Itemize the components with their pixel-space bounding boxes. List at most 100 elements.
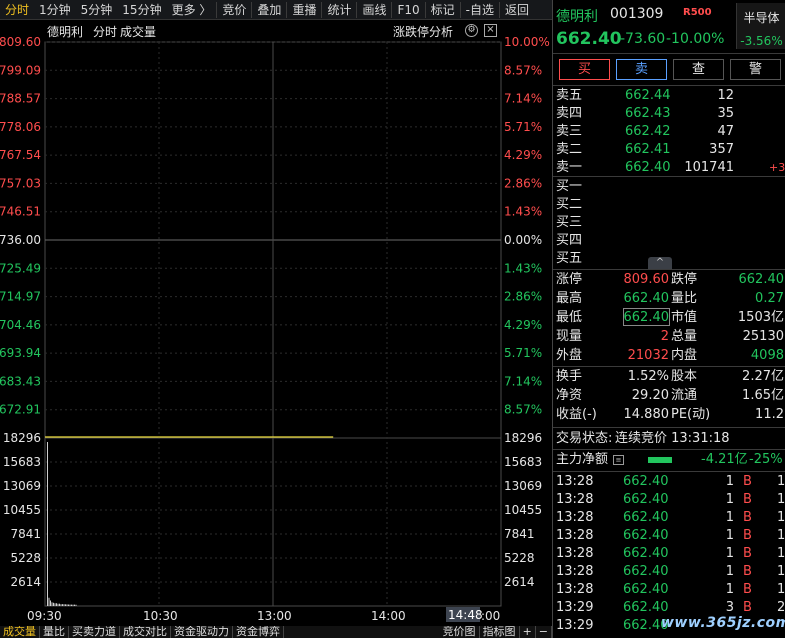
chart-header: 德明利 分时 成交量 涨跌停分析 ⚙ × (0, 20, 552, 42)
pct-tick-label: 4.29% (504, 148, 542, 162)
price-change-pct: -10.00% (666, 31, 725, 47)
ask-row[interactable]: 卖四 662.43 35 (553, 105, 785, 123)
chart-toolbar: 分时 1分钟 5分钟 15分钟 更多 〉竞价 叠加 重播 统计 画线 F10 标记 -自选 返回 (0, 0, 552, 20)
indicator-tab-6[interactable]: 竞价图 (440, 626, 480, 638)
time-label-end: :00 (481, 609, 500, 623)
price-tick-label: 672.91 (0, 403, 41, 417)
index-badge: R500 (683, 7, 712, 18)
toolbar-item-6[interactable]: 叠加 (252, 0, 286, 20)
stat-value: 21032 (627, 348, 669, 363)
ask-row[interactable]: 卖五 662.44 12 (553, 87, 785, 105)
toolbar-item-12[interactable]: -自选 (461, 0, 499, 20)
indicator-tab-3[interactable]: 成交对比 (120, 626, 171, 638)
stat-row: 外盘 21032 内盘 4098 (553, 347, 785, 365)
tick-row[interactable]: 13:28 662.40 1 B 1 (553, 473, 785, 491)
tick-price: 662.40 (623, 528, 669, 543)
indicator-tab-0[interactable]: 成交量 (0, 626, 40, 638)
toolbar-item-8[interactable]: 统计 (322, 0, 356, 20)
query-button[interactable]: 查 (673, 59, 724, 80)
alert-button[interactable]: 警 (730, 59, 781, 80)
price-change: -73.60 (620, 31, 666, 47)
toolbar-item-7[interactable]: 重播 (287, 0, 321, 20)
pct-tick-label: 1.43% (504, 205, 542, 219)
toolbar-item-3[interactable]: 15分钟 (117, 0, 166, 20)
stat-label: 涨停 (556, 272, 583, 287)
volume-tick-label-right: 13069 (504, 479, 542, 493)
volume-tick-label: 7841 (10, 527, 41, 541)
stat-value: 0.27 (755, 291, 784, 306)
tick-volume: 1 (725, 564, 734, 579)
volume-tick-label-right: 7841 (504, 527, 535, 541)
tick-row[interactable]: 13:28 662.40 1 B 1 (553, 581, 785, 599)
ask-row[interactable]: 卖一 662.40 101741 +3 (553, 159, 785, 177)
main-flow-row[interactable]: 主力净额 ≡ -4.21亿 -25% (553, 451, 785, 469)
close-icon[interactable]: × (484, 24, 497, 37)
tick-row[interactable]: 13:28 662.40 1 B 1 (553, 545, 785, 563)
limit-analysis-link[interactable]: 涨跌停分析 (393, 23, 453, 40)
price-tick-label: 683.43 (0, 374, 41, 388)
toolbar-item-5[interactable]: 竞价 (217, 0, 251, 20)
volume-bar (63, 604, 65, 606)
indicator-tab-7[interactable]: 指标图 (480, 626, 520, 638)
ask-label: 卖四 (556, 106, 583, 121)
quote-panel: 德明利 001309 R500 半导体 -3.56% 662.40 -73.60… (552, 0, 785, 638)
stat-value: 662.40 (738, 272, 785, 287)
sell-button[interactable]: 卖 (616, 59, 667, 80)
toolbar-item-13[interactable]: 返回 (500, 0, 534, 20)
ask-row[interactable]: 卖二 662.41 357 (553, 141, 785, 159)
indicator-tab-8[interactable]: + (520, 626, 536, 638)
stat-label: 量比 (671, 291, 698, 306)
volume-tick-label-right: 15683 (504, 455, 542, 469)
time-label: 09:30 (27, 609, 62, 623)
volume-bar (68, 604, 69, 606)
indicator-tab-4[interactable]: 资金驱动力 (171, 626, 233, 638)
settings-gear-icon[interactable]: ⚙ (465, 24, 478, 37)
bid-row[interactable]: 买一 (553, 178, 785, 196)
sector-box[interactable]: 半导体 -3.56% (736, 3, 785, 49)
toolbar-item-2[interactable]: 5分钟 (76, 0, 118, 20)
sector-change: -3.56% (740, 34, 783, 48)
toolbar-item-11[interactable]: 标记 (426, 0, 460, 20)
toolbar-item-10[interactable]: F10 (392, 0, 424, 20)
tick-volume: 1 (725, 546, 734, 561)
price-tick-label: 767.54 (0, 148, 41, 162)
volume-tick-label: 18296 (3, 431, 41, 445)
bid-row[interactable]: 买二 (553, 196, 785, 214)
bid-row[interactable]: 买四 (553, 232, 785, 250)
toolbar-item-9[interactable]: 画线 (357, 0, 391, 20)
tick-row[interactable]: 13:28 662.40 1 B 1 (553, 509, 785, 527)
stat-value: 4098 (750, 348, 784, 363)
pct-tick-label: 1.43% (504, 261, 542, 275)
stock-name[interactable]: 德明利 (556, 6, 598, 26)
toolbar-item-0[interactable]: 分时 (0, 0, 34, 20)
stat-value: 1503亿 (737, 310, 784, 325)
volume-tick-label: 5228 (10, 551, 41, 565)
list-icon[interactable]: ≡ (613, 455, 624, 465)
fundamental-value: 2.27亿 (742, 369, 784, 384)
tick-volume: 1 (725, 492, 734, 507)
tick-row[interactable]: 13:28 662.40 1 B 1 (553, 491, 785, 509)
ask-row[interactable]: 卖三 662.42 47 (553, 123, 785, 141)
toolbar-item-4[interactable]: 更多 〉 (167, 0, 217, 20)
bid-row[interactable]: 买三 (553, 214, 785, 232)
buy-button[interactable]: 买 (559, 59, 610, 80)
indicator-tab-2[interactable]: 买卖力道 (69, 626, 120, 638)
tick-row[interactable]: 13:28 662.40 1 B 1 (553, 527, 785, 545)
indicator-tab-5[interactable]: 资金博弈 (233, 626, 284, 638)
indicator-tab-9[interactable]: − (536, 626, 552, 638)
collapse-book-button[interactable]: ^ (648, 257, 672, 269)
pct-tick-label: 7.14% (504, 374, 542, 388)
price-tick-label: 693.94 (0, 346, 41, 360)
indicator-tab-1[interactable]: 量比 (40, 626, 69, 638)
price-tick-label: 725.49 (0, 261, 41, 275)
ask-price: 662.42 (625, 124, 671, 139)
ask-volume: 12 (717, 88, 734, 103)
fundamental-label: 收益(-) (556, 407, 597, 422)
pct-tick-label: 5.71% (504, 346, 542, 360)
tick-row[interactable]: 13:28 662.40 1 B 1 (553, 563, 785, 581)
trade-status-value: 连续竞价 13:31:18 (615, 431, 730, 446)
tick-count: 1 (777, 528, 785, 543)
volume-tick-label-right: 18296 (504, 431, 542, 445)
intraday-chart[interactable]: 809.60 10.00%799.09 8.57%788.57 7.14%778.06… (0, 20, 552, 626)
toolbar-item-1[interactable]: 1分钟 (34, 0, 76, 20)
